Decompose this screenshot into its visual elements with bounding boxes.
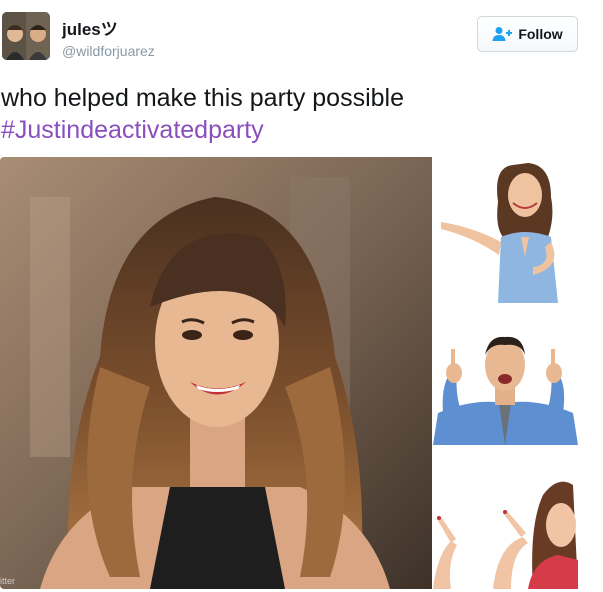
side-image-3[interactable] [433, 445, 578, 589]
avatar[interactable] [2, 12, 50, 60]
tweet-text: who helped make this party possible [1, 84, 405, 112]
man-pointing-up-photo [433, 303, 578, 445]
user-handle[interactable]: @wildforjuarez [62, 43, 155, 59]
add-user-icon [492, 27, 513, 41]
side-image-1[interactable] [433, 157, 578, 303]
main-image[interactable]: itter [0, 157, 432, 589]
image-credit: itter [0, 576, 16, 586]
follow-button-label: Follow [518, 26, 563, 42]
smiling-woman-photo [0, 157, 432, 589]
woman-pointing-photo [433, 445, 578, 589]
woman-presenting-photo [433, 157, 578, 303]
side-image-2[interactable] [433, 303, 578, 445]
follow-button[interactable]: Follow [477, 16, 578, 52]
hashtag-link[interactable]: #Justindeactivatedparty [1, 114, 264, 146]
avatar-photo [2, 12, 50, 60]
display-name[interactable]: julesツ [62, 15, 118, 40]
